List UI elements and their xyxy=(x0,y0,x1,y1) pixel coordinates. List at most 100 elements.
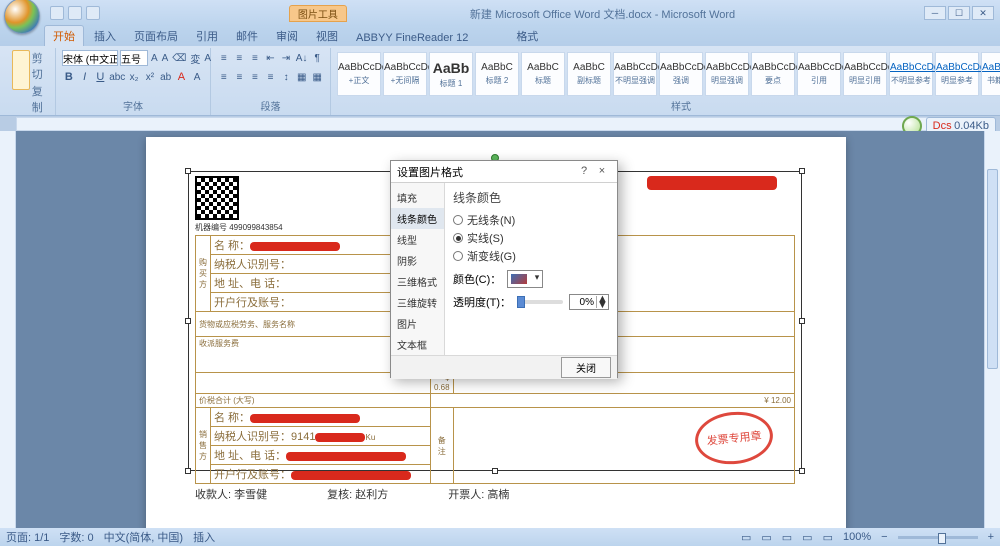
status-lang[interactable]: 中文(简体, 中国) xyxy=(104,529,183,545)
borders-icon[interactable]: ▦ xyxy=(310,69,324,85)
sort-icon[interactable]: A↓ xyxy=(295,50,309,66)
bullets-icon[interactable]: ≡ xyxy=(217,50,231,66)
nav-line-color[interactable]: 线条颜色 xyxy=(391,208,444,229)
indent-dec-icon[interactable]: ⇤ xyxy=(264,50,278,66)
line-spacing-icon[interactable]: ↕ xyxy=(279,69,293,85)
underline-icon[interactable]: U xyxy=(94,69,108,85)
style-item[interactable]: AaBbCcDd明显参考 xyxy=(935,52,979,96)
minimize-button[interactable]: ─ xyxy=(924,6,946,20)
nav-shadow[interactable]: 阴影 xyxy=(391,250,444,271)
style-item[interactable]: AaBbCcDd不明显参考 xyxy=(889,52,933,96)
scroll-thumb[interactable] xyxy=(987,169,998,369)
italic-icon[interactable]: I xyxy=(78,69,92,85)
tab-mail[interactable]: 邮件 xyxy=(228,26,266,46)
shrink-font-icon[interactable]: A xyxy=(161,50,170,66)
dialog-close-btn[interactable]: 关闭 xyxy=(561,357,611,378)
nav-line-style[interactable]: 线型 xyxy=(391,229,444,250)
tab-refs[interactable]: 引用 xyxy=(188,26,226,46)
view-read-icon[interactable]: ▭ xyxy=(761,531,771,544)
style-item[interactable]: AaBbC副标题 xyxy=(567,52,611,96)
qat-undo-icon[interactable] xyxy=(68,6,82,20)
tab-home[interactable]: 开始 xyxy=(44,25,84,46)
highlight-icon[interactable]: ab xyxy=(159,69,173,85)
transparency-input[interactable] xyxy=(570,297,596,308)
zoom-level[interactable]: 100% xyxy=(843,531,871,543)
view-web-icon[interactable]: ▭ xyxy=(782,531,792,544)
font-size-input[interactable] xyxy=(120,50,148,66)
dialog-help-button[interactable]: ? xyxy=(575,164,593,180)
qat-redo-icon[interactable] xyxy=(86,6,100,20)
style-item[interactable]: AaBbCcDd+无间隔 xyxy=(383,52,427,96)
grow-font-icon[interactable]: A xyxy=(150,50,159,66)
radio-gradient-line[interactable]: 渐变线(G) xyxy=(453,248,609,264)
nav-picture[interactable]: 图片 xyxy=(391,313,444,334)
numbering-icon[interactable]: ≡ xyxy=(233,50,247,66)
align-left-icon[interactable]: ≡ xyxy=(217,69,231,85)
close-button[interactable]: ✕ xyxy=(972,6,994,20)
zoom-slider[interactable] xyxy=(898,536,978,539)
vertical-ruler[interactable] xyxy=(0,131,16,528)
color-picker-button[interactable] xyxy=(507,270,543,288)
shading-icon[interactable]: ▦ xyxy=(295,69,309,85)
subscript-icon[interactable]: x₂ xyxy=(127,69,141,85)
status-words[interactable]: 字数: 0 xyxy=(59,529,93,545)
tab-layout[interactable]: 页面布局 xyxy=(126,26,186,46)
char-shading-icon[interactable]: A xyxy=(190,69,204,85)
nav-3d-rotation[interactable]: 三维旋转 xyxy=(391,292,444,313)
horizontal-ruler[interactable] xyxy=(16,117,984,131)
multilevel-icon[interactable]: ≡ xyxy=(248,50,262,66)
cut-button[interactable]: 剪切 xyxy=(32,50,49,82)
transparency-spinner[interactable]: ▲▼ xyxy=(569,294,609,310)
style-item[interactable]: AaBbC标题 xyxy=(521,52,565,96)
format-picture-dialog: 设置图片格式 ? × 填充 线条颜色 线型 阴影 三维格式 三维旋转 图片 文本… xyxy=(390,160,618,378)
radio-no-line[interactable]: 无线条(N) xyxy=(453,212,609,228)
align-justify-icon[interactable]: ≡ xyxy=(264,69,278,85)
style-item[interactable]: AaBbC标题 2 xyxy=(475,52,519,96)
slider-thumb[interactable] xyxy=(517,296,525,308)
style-item[interactable]: AaBb标题 1 xyxy=(429,52,473,96)
showmarks-icon[interactable]: ¶ xyxy=(310,50,324,66)
font-name-input[interactable] xyxy=(62,50,118,66)
superscript-icon[interactable]: x² xyxy=(143,69,157,85)
style-item[interactable]: AaBbCcDd+正文 xyxy=(337,52,381,96)
bold-icon[interactable]: B xyxy=(62,69,76,85)
copy-button[interactable]: 复制 xyxy=(32,83,49,115)
view-print-icon[interactable]: ▭ xyxy=(741,531,751,544)
zoom-in-icon[interactable]: + xyxy=(988,531,994,543)
indent-inc-icon[interactable]: ⇥ xyxy=(279,50,293,66)
spin-down-icon[interactable]: ▼ xyxy=(597,302,608,308)
tab-review[interactable]: 审阅 xyxy=(268,26,306,46)
font-color-icon[interactable]: A xyxy=(175,69,189,85)
tab-format[interactable]: 格式 xyxy=(508,26,546,46)
tab-insert[interactable]: 插入 xyxy=(86,26,124,46)
strike-icon[interactable]: abc xyxy=(109,69,125,85)
phonetic-icon[interactable]: 変 xyxy=(189,50,201,66)
clear-format-icon[interactable]: ⌫ xyxy=(171,50,187,66)
zoom-out-icon[interactable]: − xyxy=(881,531,887,543)
radio-solid-line[interactable]: 实线(S) xyxy=(453,230,609,246)
align-center-icon[interactable]: ≡ xyxy=(233,69,247,85)
transparency-slider[interactable] xyxy=(517,300,563,304)
dialog-close-button[interactable]: × xyxy=(593,164,611,180)
style-item[interactable]: AaBbCcDd书籍标题 xyxy=(981,52,1000,96)
style-item[interactable]: AaBbCcDd要点 xyxy=(751,52,795,96)
view-outline-icon[interactable]: ▭ xyxy=(802,531,812,544)
style-item[interactable]: AaBbCcDd引用 xyxy=(797,52,841,96)
style-item[interactable]: AaBbCcDd明显强调 xyxy=(705,52,749,96)
tab-abbyy[interactable]: ABBYY FineReader 12 xyxy=(348,30,476,46)
nav-fill[interactable]: 填充 xyxy=(391,187,444,208)
nav-textbox[interactable]: 文本框 xyxy=(391,334,444,355)
nav-3d-format[interactable]: 三维格式 xyxy=(391,271,444,292)
vertical-scrollbar[interactable] xyxy=(984,131,1000,528)
maximize-button[interactable]: ☐ xyxy=(948,6,970,20)
status-page[interactable]: 页面: 1/1 xyxy=(6,529,49,545)
align-right-icon[interactable]: ≡ xyxy=(248,69,262,85)
status-insert[interactable]: 插入 xyxy=(193,529,215,545)
paste-button[interactable] xyxy=(12,50,30,90)
qat-save-icon[interactable] xyxy=(50,6,64,20)
view-draft-icon[interactable]: ▭ xyxy=(823,531,833,544)
style-item[interactable]: AaBbCcDd强调 xyxy=(659,52,703,96)
style-item[interactable]: AaBbCcDd明显引用 xyxy=(843,52,887,96)
tab-view[interactable]: 视图 xyxy=(308,26,346,46)
style-item[interactable]: AaBbCcDd不明显强调 xyxy=(613,52,657,96)
